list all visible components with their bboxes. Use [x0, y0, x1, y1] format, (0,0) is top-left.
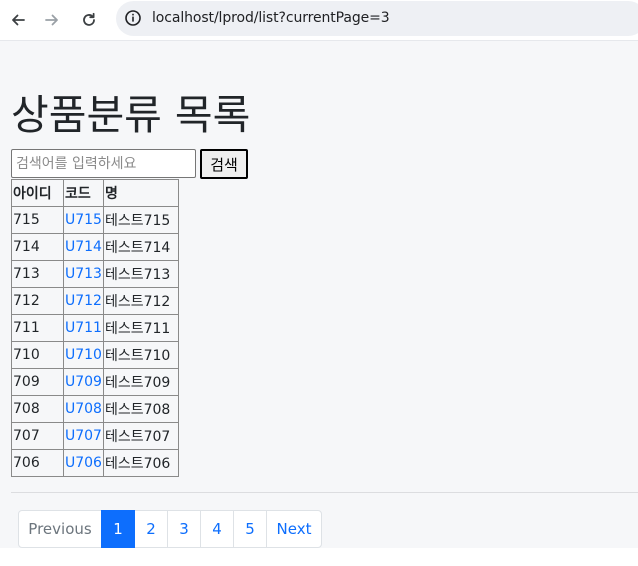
arrow-right-icon: [45, 14, 58, 26]
header-code: 코드: [63, 179, 104, 207]
product-category-table: 아이디 코드 명 715 U715 테스트715 714 U714 테스트714…: [11, 179, 179, 477]
browser-toolbar: localhost/lprod/list?currentPage=3: [0, 0, 638, 41]
page-5-button[interactable]: 5: [233, 510, 267, 548]
table-row: 713 U713 테스트713: [11, 260, 179, 288]
cell-name: 테스트707: [102, 422, 179, 450]
header-name: 명: [102, 179, 179, 207]
table-row: 715 U715 테스트715: [11, 206, 179, 234]
cell-id: 714: [11, 233, 64, 261]
cell-id: 711: [11, 314, 64, 342]
cell-name: 테스트715: [102, 206, 179, 234]
page-2-button[interactable]: 2: [134, 510, 168, 548]
cell-name: 테스트708: [102, 395, 179, 423]
code-link[interactable]: U706: [65, 455, 102, 471]
pagination: Previous 1 2 3 4 5 Next: [18, 510, 322, 548]
next-page-button[interactable]: Next: [266, 510, 322, 548]
forward-button[interactable]: [40, 8, 64, 32]
code-link[interactable]: U709: [65, 374, 102, 390]
cell-name: 테스트706: [102, 449, 179, 477]
reload-button[interactable]: [77, 8, 101, 32]
code-link[interactable]: U708: [65, 401, 102, 417]
cell-id: 707: [11, 422, 64, 450]
page-3-button[interactable]: 3: [167, 510, 201, 548]
divider: [11, 492, 638, 493]
cell-id: 708: [11, 395, 64, 423]
cell-id: 706: [11, 449, 64, 477]
page-4-button[interactable]: 4: [200, 510, 234, 548]
code-link[interactable]: U714: [65, 239, 102, 255]
table-header-row: 아이디 코드 명: [11, 179, 179, 207]
code-link[interactable]: U707: [65, 428, 102, 444]
code-link[interactable]: U710: [65, 347, 102, 363]
code-link[interactable]: U711: [65, 320, 102, 336]
table-row: 708 U708 테스트708: [11, 395, 179, 423]
table-row: 707 U707 테스트707: [11, 422, 179, 450]
cell-id: 713: [11, 260, 64, 288]
address-bar[interactable]: localhost/lprod/list?currentPage=3: [116, 1, 638, 36]
cell-id: 709: [11, 368, 64, 396]
header-id: 아이디: [11, 179, 64, 207]
table-row: 712 U712 테스트712: [11, 287, 179, 315]
table-row: 710 U710 테스트710: [11, 341, 179, 369]
cell-name: 테스트713: [102, 260, 179, 288]
search-button[interactable]: 검색: [200, 149, 248, 179]
table-row: 706 U706 테스트706: [11, 449, 179, 477]
reload-icon: [83, 12, 95, 26]
cell-id: 712: [11, 287, 64, 315]
code-link[interactable]: U713: [65, 266, 102, 282]
table-row: 714 U714 테스트714: [11, 233, 179, 261]
cell-name: 테스트714: [102, 233, 179, 261]
cell-name: 테스트711: [102, 314, 179, 342]
arrow-left-icon: [12, 14, 25, 26]
page-title: 상품분류 목록: [11, 91, 251, 139]
info-icon[interactable]: [124, 9, 142, 27]
table-row: 711 U711 테스트711: [11, 314, 179, 342]
page-viewport: 상품분류 목록 검색 아이디 코드 명 715 U715 테스트715 714 …: [0, 41, 638, 548]
table-row: 709 U709 테스트709: [11, 368, 179, 396]
code-link[interactable]: U712: [65, 293, 102, 309]
search-input[interactable]: [11, 149, 196, 178]
previous-page-button[interactable]: Previous: [18, 510, 102, 548]
cell-name: 테스트712: [102, 287, 179, 315]
back-button[interactable]: [6, 8, 30, 32]
cell-name: 테스트710: [102, 341, 179, 369]
cell-name: 테스트709: [102, 368, 179, 396]
page-1-button[interactable]: 1: [101, 510, 135, 548]
cell-id: 715: [11, 206, 64, 234]
url-text[interactable]: localhost/lprod/list?currentPage=3: [152, 10, 390, 26]
code-link[interactable]: U715: [65, 212, 102, 228]
cell-id: 710: [11, 341, 64, 369]
